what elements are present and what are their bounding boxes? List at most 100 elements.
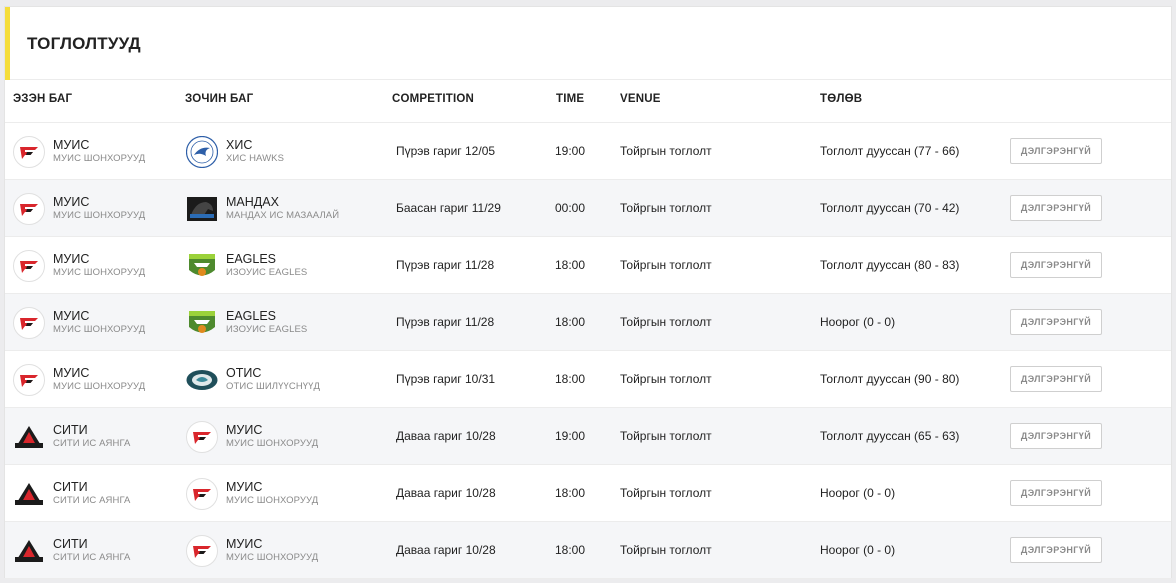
status-cell: Тоглолт дууссан (80 - 83) [820,258,960,272]
away-team: МАНДАХ МАНДАХ ИС МАЗААЛАЙ [186,193,339,225]
home-team: СИТИ СИТИ ИС АЯНГА [13,421,131,453]
home-team-full-name: МУИС ШОНХОРУУД [53,210,146,222]
away-team: ОТИС ОТИС ШИЛҮҮСНҮҮД [186,364,320,396]
venue-cell: Тойргын тоглолт [620,315,712,329]
page-title: ТОГЛОЛТУУД [27,34,141,53]
away-team-name: ХИС [226,138,253,153]
competition-cell: Пүрэв гариг 10/31 [396,372,496,386]
home-team-full-name: МУИС ШОНХОРУУД [53,324,146,336]
details-button[interactable]: ДЭЛГЭРЭНГҮЙ [1010,423,1102,449]
away-team-full-name: ОТИС ШИЛҮҮСНҮҮД [226,381,321,393]
away-team-full-name: ХИС HAWKS [226,153,285,165]
eagles-logo [186,250,218,282]
away-team: МУИС МУИС ШОНХОРУУД [186,421,318,453]
home-team-name: СИТИ [53,423,88,438]
muis-logo [13,250,45,282]
competition-cell: Пүрэв гариг 11/28 [396,258,495,272]
mandakh-logo [186,193,218,225]
details-button[interactable]: ДЭЛГЭРЭНГҮЙ [1010,537,1102,563]
away-team-name: МУИС [226,480,263,495]
col-competition: COMPETITION [392,93,475,105]
status-cell: Ноорог (0 - 0) [820,486,896,500]
away-team-name: МУИС [226,423,263,438]
col-time: TIME [556,93,585,105]
status-cell: Тоглолт дууссан (65 - 63) [820,429,960,443]
away-team-full-name: МАНДАХ ИС МАЗААЛАЙ [226,210,340,222]
title-accent [5,7,10,80]
venue-cell: Тойргын тоглолт [620,144,712,158]
away-team-name: МАНДАХ [226,195,279,210]
table-row: МУИС МУИС ШОНХОРУУД ОТИС ОТИС ШИЛҮҮСНҮҮД… [5,351,1171,408]
table-row: МУИС МУИС ШОНХОРУУД ХИС ХИС HAWKS Пүрэв … [5,123,1171,180]
table-row: МУИС МУИС ШОНХОРУУД МАНДАХ МАНДАХ ИС МАЗ… [5,180,1171,237]
away-team: EAGLES ИЗОУИС EAGLES [186,250,307,282]
time-cell: 18:00 [555,486,586,500]
venue-cell: Тойргын тоглолт [620,486,712,500]
time-cell: 18:00 [555,543,586,557]
details-button[interactable]: ДЭЛГЭРЭНГҮЙ [1010,309,1102,335]
home-team-full-name: СИТИ ИС АЯНГА [53,495,131,507]
away-team-name: МУИС [226,537,263,552]
col-away: ЗОЧИН БАГ [185,93,254,105]
home-team-name: СИТИ [53,480,88,495]
home-team: МУИС МУИС ШОНХОРУУД [13,307,145,339]
muis-logo [13,307,45,339]
away-team: ХИС ХИС HAWKS [186,136,284,168]
away-team-full-name: МУИС ШОНХОРУУД [226,495,319,507]
otis-logo [186,364,218,396]
away-team: EAGLES ИЗОУИС EAGLES [186,307,307,339]
status-cell: Тоглолт дууссан (90 - 80) [820,372,960,386]
table-row: МУИС МУИС ШОНХОРУУД EAGLES ИЗОУИС EAGLES… [5,237,1171,294]
details-button[interactable]: ДЭЛГЭРЭНГҮЙ [1010,480,1102,506]
city-logo [13,421,45,453]
status-cell: Ноорог (0 - 0) [820,543,896,557]
home-team: МУИС МУИС ШОНХОРУУД [13,250,145,282]
table-header: ЭЗЭН БАГ ЗОЧИН БАГ COMPETITION TIME VENU… [5,80,1171,123]
muis-logo [13,364,45,396]
muis-logo [13,193,45,225]
details-button[interactable]: ДЭЛГЭРЭНГҮЙ [1010,195,1102,221]
table-row: СИТИ СИТИ ИС АЯНГА МУИС МУИС ШОНХОРУУД Д… [5,522,1171,579]
eagles-logo [186,307,218,339]
home-team-name: МУИС [53,252,90,267]
his-logo [186,136,218,168]
home-team-full-name: МУИС ШОНХОРУУД [53,267,146,279]
city-logo [13,535,45,567]
away-team-name: EAGLES [226,309,277,324]
muis-logo [186,478,218,510]
home-team: МУИС МУИС ШОНХОРУУД [13,193,145,225]
home-team-full-name: МУИС ШОНХОРУУД [53,153,146,165]
home-team-full-name: СИТИ ИС АЯНГА [53,438,131,450]
games-card: ТОГЛОЛТУУД ЭЗЭН БАГ ЗОЧИН БАГ COMPETITIO… [4,6,1172,579]
home-team-full-name: СИТИ ИС АЯНГА [53,552,131,564]
venue-cell: Тойргын тоглолт [620,258,712,272]
col-status: ТӨЛӨВ [820,93,863,105]
away-team-name: ОТИС [226,366,262,381]
table-body: МУИС МУИС ШОНХОРУУД ХИС ХИС HAWKS Пүрэв … [5,123,1171,579]
away-team-full-name: МУИС ШОНХОРУУД [226,552,319,564]
muis-logo [13,136,45,168]
away-team-full-name: ИЗОУИС EAGLES [226,267,308,279]
away-team: МУИС МУИС ШОНХОРУУД [186,535,318,567]
home-team: СИТИ СИТИ ИС АЯНГА [13,478,131,510]
away-team-full-name: МУИС ШОНХОРУУД [226,438,319,450]
venue-cell: Тойргын тоглолт [620,429,712,443]
home-team-name: МУИС [53,309,90,324]
col-venue: VENUE [620,93,661,105]
competition-cell: Баасан гариг 11/29 [396,201,501,215]
home-team: СИТИ СИТИ ИС АЯНГА [13,535,131,567]
home-team: МУИС МУИС ШОНХОРУУД [13,364,145,396]
table-row: СИТИ СИТИ ИС АЯНГА МУИС МУИС ШОНХОРУУД Д… [5,465,1171,522]
venue-cell: Тойргын тоглолт [620,201,712,215]
details-button[interactable]: ДЭЛГЭРЭНГҮЙ [1010,138,1102,164]
time-cell: 19:00 [555,144,586,158]
competition-cell: Пүрэв гариг 12/05 [396,144,496,158]
away-team-full-name: ИЗОУИС EAGLES [226,324,308,336]
details-button[interactable]: ДЭЛГЭРЭНГҮЙ [1010,252,1102,278]
competition-cell: Даваа гариг 10/28 [396,429,496,443]
details-button[interactable]: ДЭЛГЭРЭНГҮЙ [1010,366,1102,392]
muis-logo [186,535,218,567]
home-team-name: МУИС [53,195,90,210]
col-home: ЭЗЭН БАГ [13,93,73,105]
table-row: МУИС МУИС ШОНХОРУУД EAGLES ИЗОУИС EAGLES… [5,294,1171,351]
